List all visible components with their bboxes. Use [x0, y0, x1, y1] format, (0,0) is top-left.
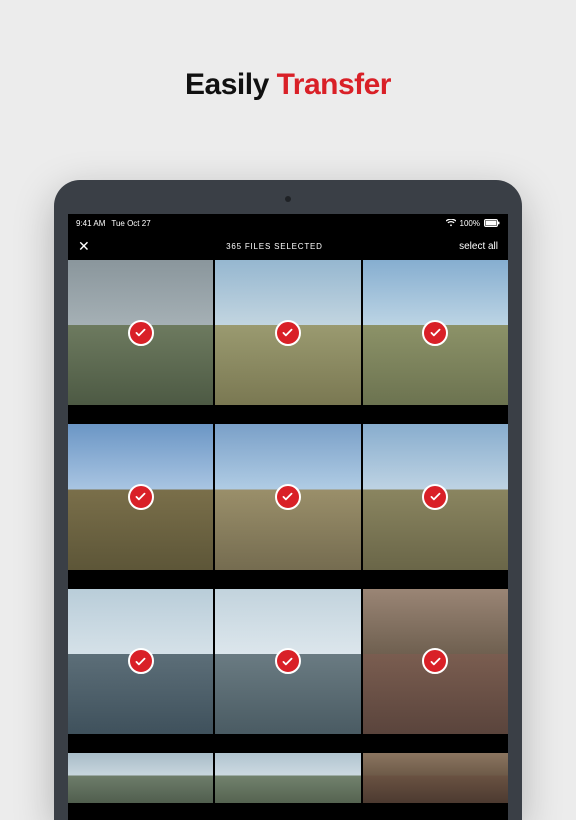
app-header: ✕ 365 FILES SELECTED select all	[68, 232, 508, 260]
photo-thumbnail[interactable]	[68, 260, 213, 405]
selected-check-icon	[128, 484, 154, 510]
status-left: 9:41 AM Tue Oct 27	[76, 219, 151, 228]
selection-count-label: 365 FILES SELECTED	[226, 242, 323, 251]
photo-thumbnail[interactable]	[215, 589, 360, 734]
photo-thumbnail[interactable]	[68, 424, 213, 569]
photo-thumbnail[interactable]	[363, 589, 508, 734]
tablet-screen: 9:41 AM Tue Oct 27 100% ✕ 365 FILES SELE…	[68, 214, 508, 820]
selected-check-icon	[128, 648, 154, 674]
status-bar: 9:41 AM Tue Oct 27 100%	[68, 214, 508, 232]
status-date: Tue Oct 27	[111, 219, 150, 228]
photo-thumbnail[interactable]	[363, 753, 508, 803]
battery-pct: 100%	[460, 219, 480, 228]
headline-word-1: Easily	[185, 68, 269, 101]
tablet-frame: 9:41 AM Tue Oct 27 100% ✕ 365 FILES SELE…	[54, 180, 522, 820]
selected-check-icon	[275, 320, 301, 346]
selected-check-icon	[275, 484, 301, 510]
status-time: 9:41 AM	[76, 219, 105, 228]
close-button[interactable]: ✕	[78, 239, 90, 253]
photo-thumbnail[interactable]	[363, 424, 508, 569]
photo-thumbnail[interactable]	[215, 753, 360, 803]
wifi-icon	[446, 219, 456, 227]
photo-thumbnail[interactable]	[68, 753, 213, 803]
selected-check-icon	[422, 484, 448, 510]
promo-headline: Easily Transfer	[0, 0, 576, 102]
selected-check-icon	[422, 648, 448, 674]
photo-grid[interactable]	[68, 260, 508, 820]
selected-check-icon	[128, 320, 154, 346]
battery-icon	[484, 219, 500, 227]
selected-check-icon	[422, 320, 448, 346]
tablet-camera	[285, 196, 291, 202]
headline-word-2: Transfer	[277, 68, 391, 101]
photo-thumbnail[interactable]	[68, 589, 213, 734]
select-all-button[interactable]: select all	[459, 241, 498, 252]
photo-thumbnail[interactable]	[363, 260, 508, 405]
photo-thumbnail[interactable]	[215, 424, 360, 569]
status-right: 100%	[446, 219, 500, 228]
selected-check-icon	[275, 648, 301, 674]
photo-thumbnail[interactable]	[215, 260, 360, 405]
